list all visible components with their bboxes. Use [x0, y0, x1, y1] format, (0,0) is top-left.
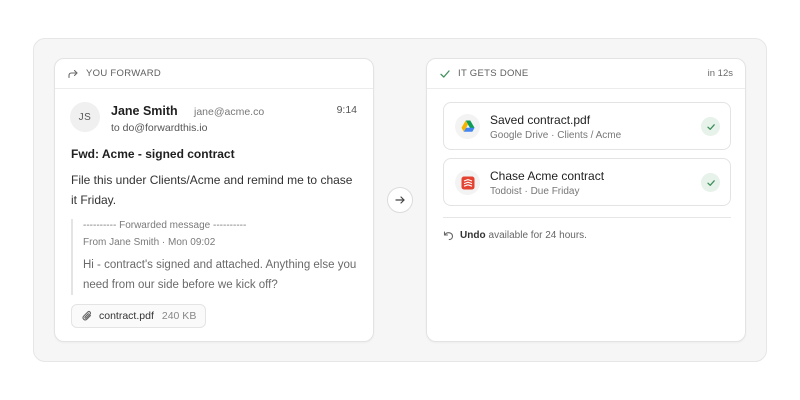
forwarded-body: Hi - contract's signed and attached. Any… — [83, 259, 357, 291]
task-subtitle: Todoist · Due Friday — [490, 186, 580, 197]
arrow-right-icon — [387, 187, 413, 213]
card-header-label: IT GETS DONE — [458, 68, 529, 79]
email-body: File this under Clients/Acme and remind … — [71, 173, 353, 207]
undo-icon — [443, 230, 454, 241]
divider — [443, 217, 731, 218]
forward-email-card: YOU FORWARD JS Jane Smith jane@acme.co t… — [54, 58, 374, 342]
forwarded-from: From Jane Smith · Mon 09:02 — [83, 237, 216, 248]
email-subject: Fwd: Acme - signed contract — [71, 147, 235, 161]
avatar: JS — [70, 102, 100, 132]
check-icon — [701, 117, 720, 136]
undo-link[interactable]: Undo — [460, 230, 486, 241]
check-icon — [701, 173, 720, 192]
email-header: JS Jane Smith jane@acme.co to do@forward… — [70, 102, 357, 136]
sender-name: Jane Smith — [111, 104, 178, 118]
forwarded-message: ---------- Forwarded message ---------- … — [71, 219, 361, 295]
undo-notice: Undo available for 24 hours. — [443, 230, 587, 241]
task-item-todoist[interactable]: Chase Acme contract Todoist · Due Friday — [443, 158, 731, 206]
card-header: YOU FORWARD — [55, 59, 373, 89]
attachment-name: contract.pdf — [99, 310, 154, 322]
task-item-drive[interactable]: Saved contract.pdf Google Drive · Client… — [443, 102, 731, 150]
todoist-icon — [455, 170, 480, 195]
task-subtitle: Google Drive · Clients / Acme — [490, 130, 622, 141]
card-header: IT GETS DONE in 12s — [427, 59, 745, 89]
sender-email: jane@acme.co — [194, 106, 265, 118]
card-header-label: YOU FORWARD — [86, 68, 162, 79]
elapsed-time: in 12s — [707, 68, 733, 79]
check-icon — [439, 68, 451, 80]
forwarded-title: ---------- Forwarded message ---------- — [83, 220, 247, 231]
email-time: 9:14 — [336, 104, 357, 116]
attachment-chip[interactable]: contract.pdf 240 KB — [71, 304, 207, 328]
paperclip-icon — [81, 310, 93, 322]
forward-arrow-icon — [67, 68, 79, 80]
task-title: Chase Acme contract — [490, 169, 605, 183]
task-title: Saved contract.pdf — [490, 113, 591, 127]
attachment-size: 240 KB — [161, 310, 197, 322]
undo-text: available for 24 hours. — [488, 230, 587, 241]
results-card: IT GETS DONE in 12s Saved contract.pdf G… — [426, 58, 746, 342]
google-drive-icon — [455, 114, 480, 139]
recipient-line: to do@forwardthis.io — [111, 122, 208, 134]
